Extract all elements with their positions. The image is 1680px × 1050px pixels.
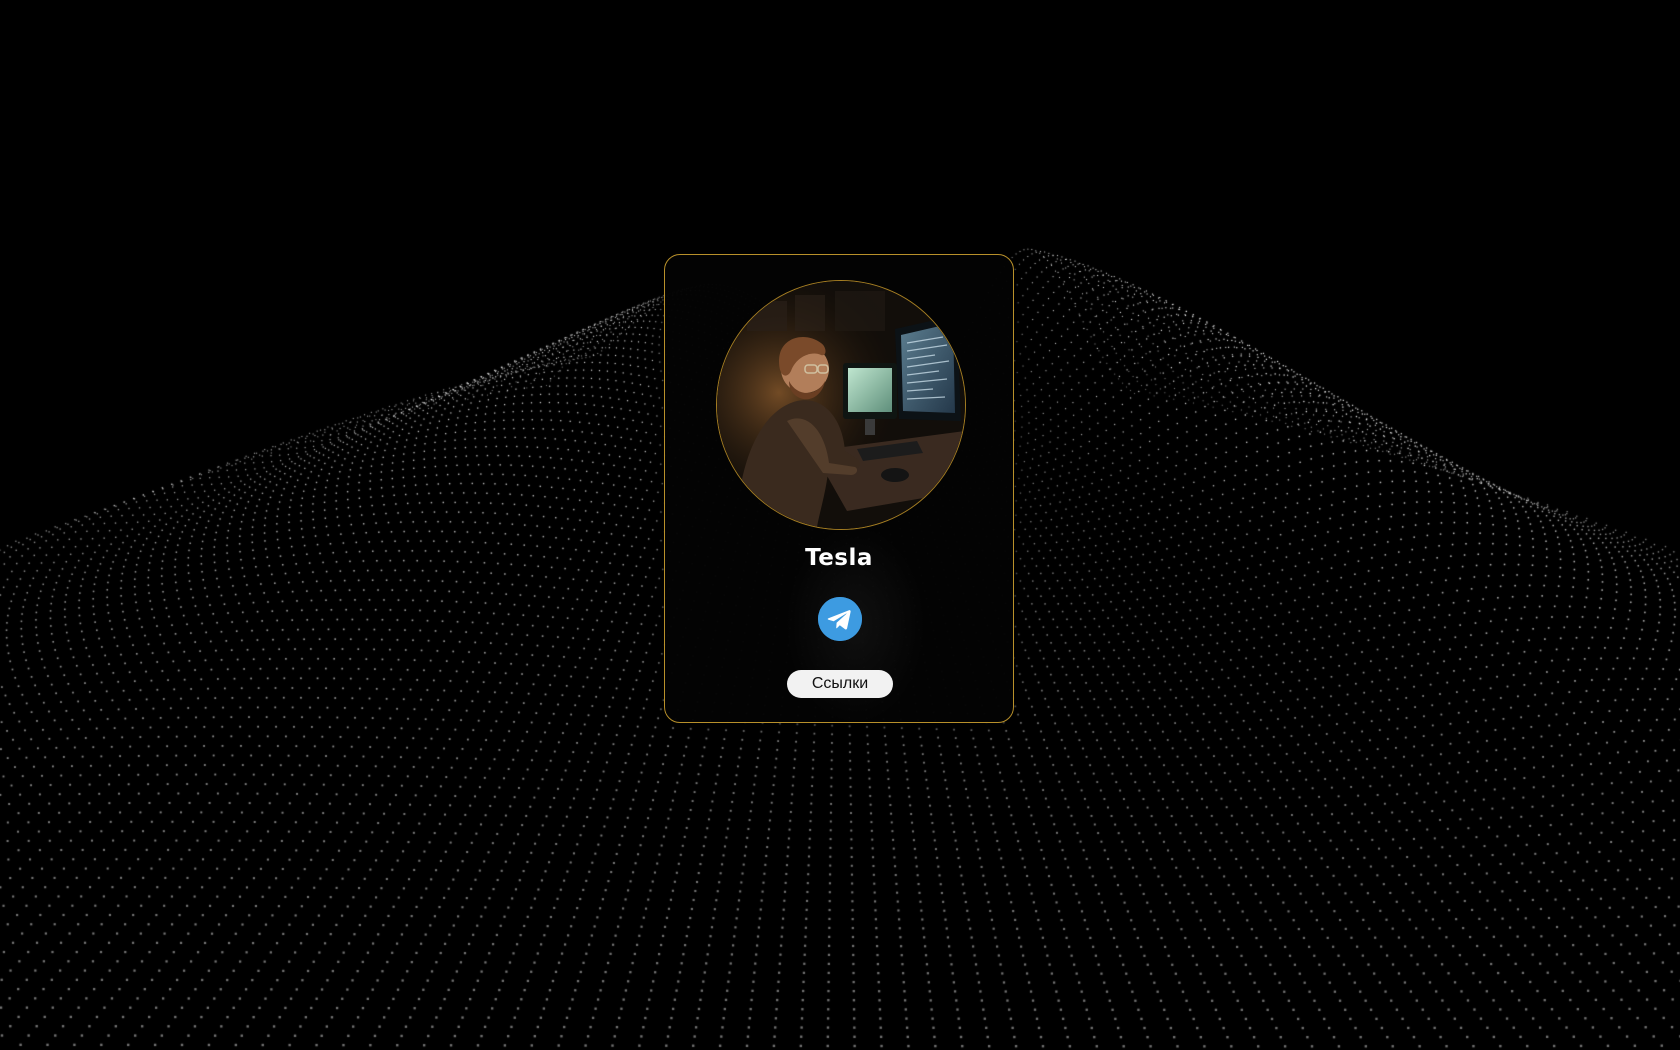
links-button[interactable]: Ссылки <box>787 670 893 698</box>
profile-name: Tesla <box>805 545 873 571</box>
avatar <box>716 280 966 530</box>
profile-card: Tesla Ссылки <box>664 254 1014 723</box>
telegram-icon <box>818 597 862 641</box>
telegram-link[interactable] <box>818 597 862 641</box>
